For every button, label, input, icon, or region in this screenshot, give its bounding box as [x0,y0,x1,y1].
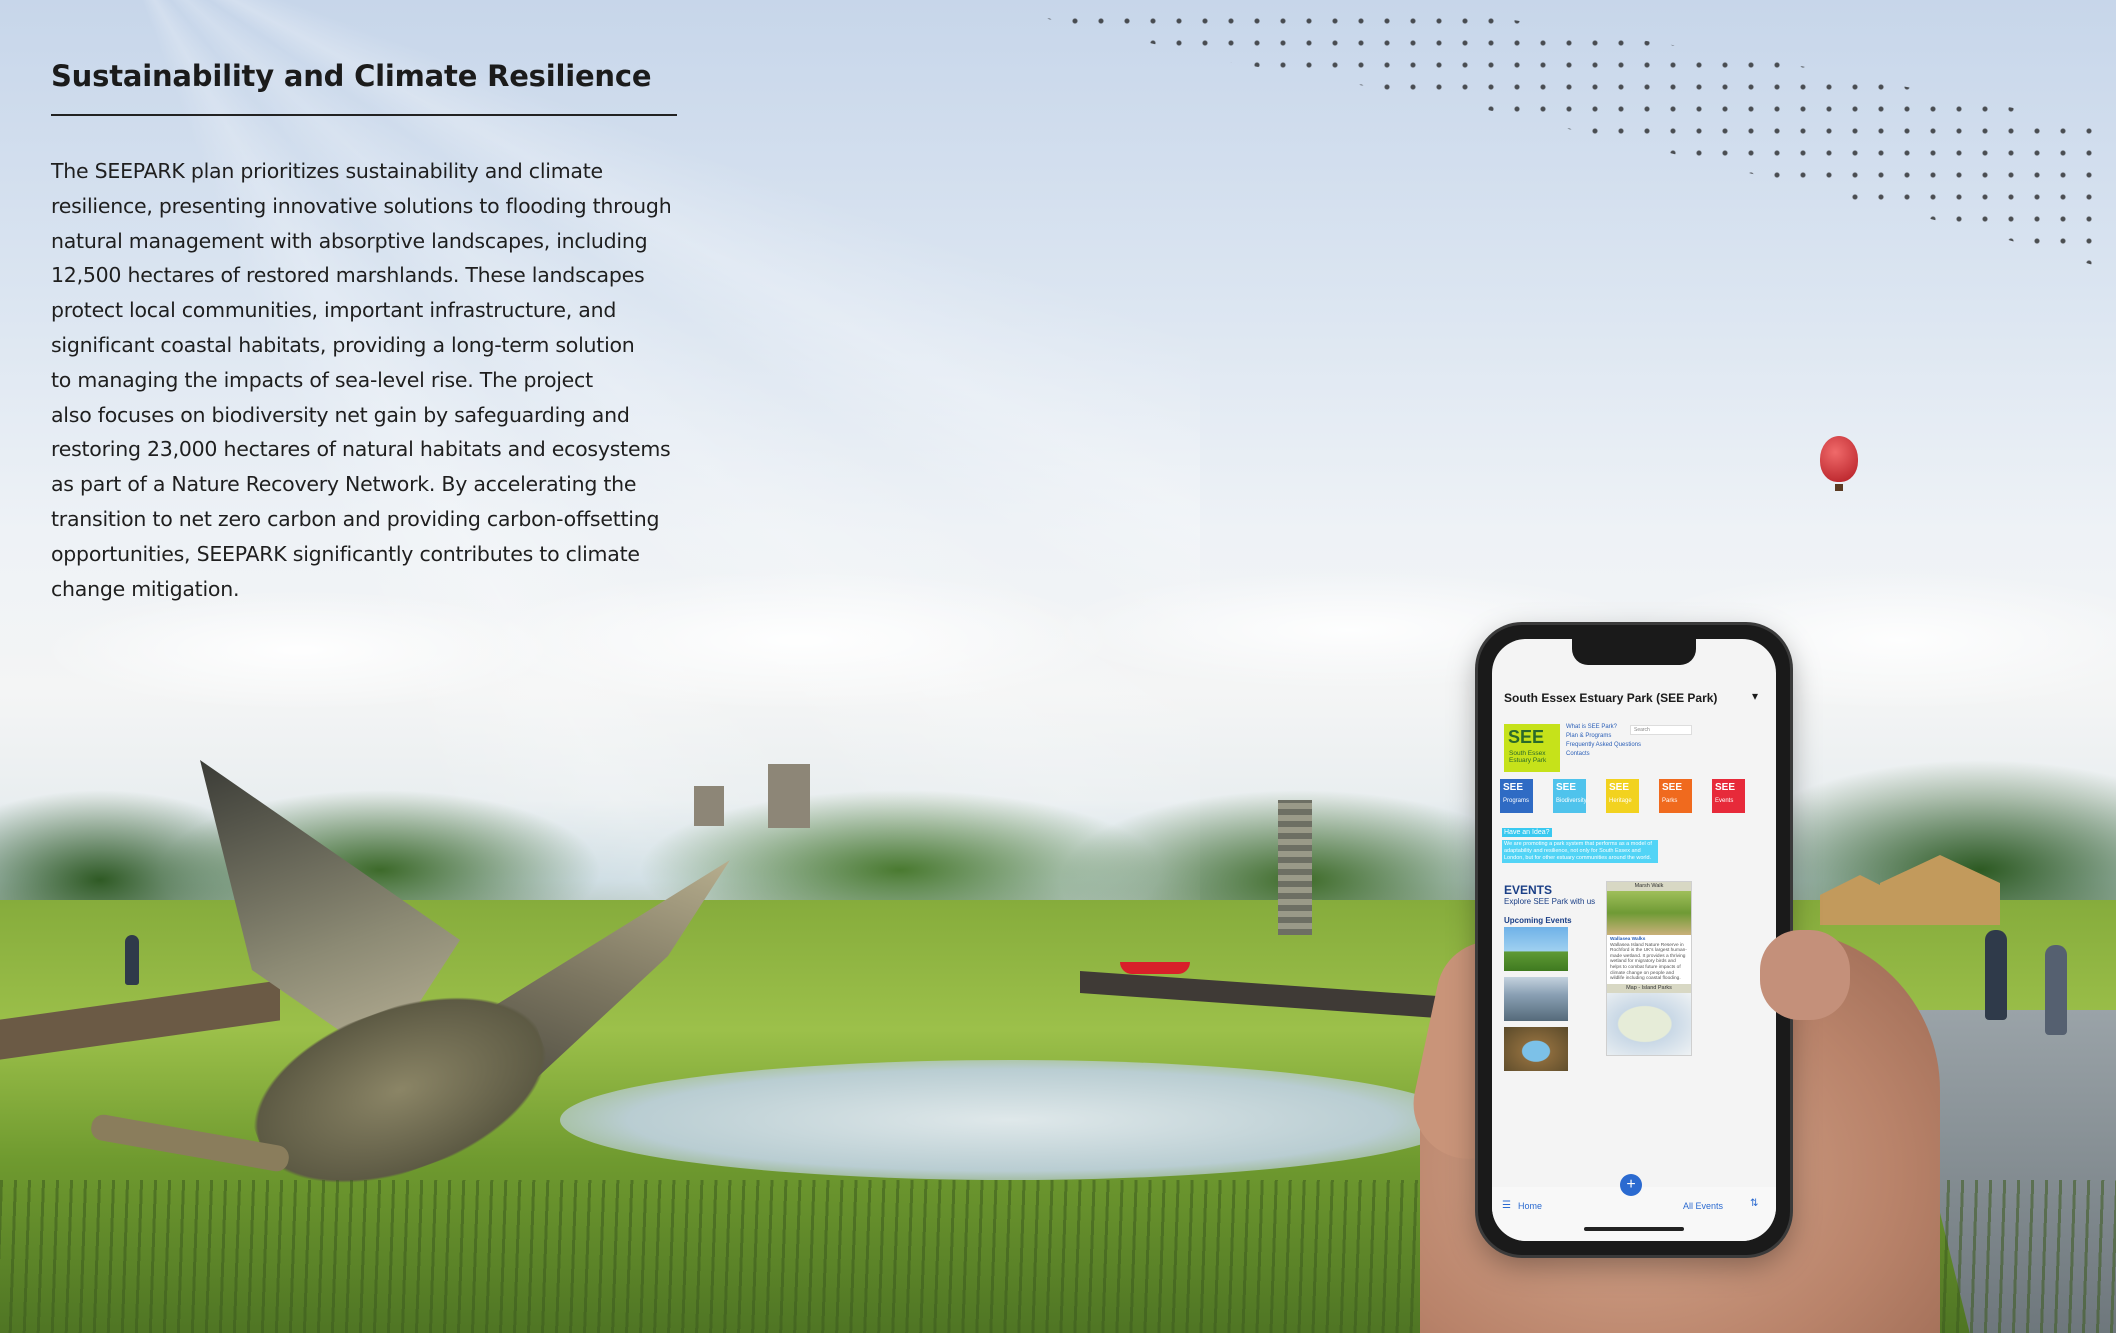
sort-az-icon[interactable]: ⇅ [1750,1198,1758,1209]
island-parks-map[interactable] [1607,992,1691,1055]
castle-ruin [694,786,724,826]
tile-sublabel: Heritage [1609,798,1632,804]
see-park-logo[interactable]: SEE South Essex Estuary Park [1504,724,1560,772]
body-line: also focuses on biodiversity net gain by… [51,402,630,427]
visitor [1985,930,2007,1020]
upcoming-events-heading: Upcoming Events [1504,916,1572,925]
plus-icon[interactable]: + [1620,1174,1642,1196]
tile-label: SEE [1662,782,1683,793]
card-caption: Map - Island Parks [1607,983,1691,993]
hot-air-balloon [1820,436,1858,482]
card-image [1607,891,1691,935]
article-body: The SEEPARK plan prioritizes sustainabil… [51,154,691,606]
all-events-link[interactable]: All Events [1683,1201,1723,1211]
sliders-icon[interactable]: ☰ [1502,1200,1511,1211]
event-card-marsh-walk[interactable]: Marsh Walk Wallasea Walks Wallasea Islan… [1606,881,1692,1056]
body-line: as part of a Nature Recovery Network. By… [51,472,637,497]
red-canoe [1120,962,1190,974]
phone-screen: South Essex Estuary Park (SEE Park) ▾ SE… [1492,639,1776,1241]
nav-item-contacts[interactable]: Contacts [1566,750,1641,759]
body-line: to managing the impacts of sea-level ris… [51,367,593,392]
article-heading: Sustainability and Climate Resilience [51,59,652,93]
tile-label: SEE [1715,782,1736,793]
event-thumbnail-kites[interactable] [1504,927,1568,971]
tile-parks[interactable]: SEE Parks [1659,779,1692,813]
events-subheading: Explore SEE Park with us [1504,897,1596,906]
body-line: 12,500 hectares of restored marshlands. … [51,263,645,288]
body-line: protect local communities, important inf… [51,298,617,323]
home-tab[interactable]: Home [1518,1201,1542,1211]
chevron-down-icon[interactable]: ▾ [1752,689,1758,703]
visitor [125,935,139,985]
logo-mark: SEE [1508,727,1545,747]
tile-label: SEE [1609,782,1630,793]
nav-item-faq[interactable]: Frequently Asked Questions [1566,741,1641,750]
finger [1760,930,1850,1020]
search-input[interactable]: Search [1630,725,1692,735]
event-thumbnail-birds[interactable] [1504,977,1568,1021]
body-line: restoring 23,000 hectares of natural hab… [51,437,671,462]
body-line: significant coastal habitats, providing … [51,332,635,357]
event-thumbnail-wetland[interactable] [1504,1027,1568,1071]
body-line: change mitigation. [51,576,240,601]
heading-divider [51,114,677,116]
tile-biodiversity[interactable]: SEE Biodiversity [1553,779,1587,813]
home-indicator [1584,1227,1684,1231]
tile-sublabel: Biodiversity [1556,798,1587,804]
tile-programs[interactable]: SEE Programs [1500,779,1533,813]
logo-subtitle: South Essex Estuary Park [1509,750,1547,764]
visitor [2045,945,2067,1035]
events-heading: EVENTS [1504,883,1553,897]
idea-text: We are promoting a park system that perf… [1502,840,1658,863]
tile-events[interactable]: SEE Events [1712,779,1745,813]
card-text: Wallasea Walks Wallasea Island Nature Re… [1607,935,1691,984]
idea-heading[interactable]: Have an Idea? [1502,828,1552,837]
castle-ruin [768,764,810,828]
tile-sublabel: Events [1715,798,1734,804]
app-title[interactable]: South Essex Estuary Park (SEE Park) [1504,691,1717,705]
body-line: transition to net zero carbon and provid… [51,506,660,531]
balloon-basket [1835,484,1843,491]
tile-label: SEE [1556,782,1577,793]
article-panel: Sustainability and Climate Resilience Th… [51,58,691,606]
body-line: opportunities, SEEPARK significantly con… [51,541,640,566]
card-description: Wallasea Island Nature Reserve in Rochfo… [1610,942,1687,982]
body-line: The SEEPARK plan prioritizes sustainabil… [51,159,603,183]
tile-sublabel: Parks [1662,798,1678,804]
smartphone: South Essex Estuary Park (SEE Park) ▾ SE… [1478,625,1790,1255]
tile-heritage[interactable]: SEE Heritage [1606,779,1639,813]
card-caption: Marsh Walk [1607,882,1691,891]
body-line: natural management with absorptive lands… [51,228,648,253]
body-line: resilience, presenting innovative soluti… [51,193,672,218]
tile-sublabel: Programs [1503,798,1530,804]
marsh-pond [560,1060,1460,1180]
observation-tower [1278,800,1312,935]
category-tiles: SEE Programs SEE Biodiversity SEE Herita… [1500,779,1772,813]
phone-notch [1572,639,1696,665]
tile-label: SEE [1503,782,1524,793]
